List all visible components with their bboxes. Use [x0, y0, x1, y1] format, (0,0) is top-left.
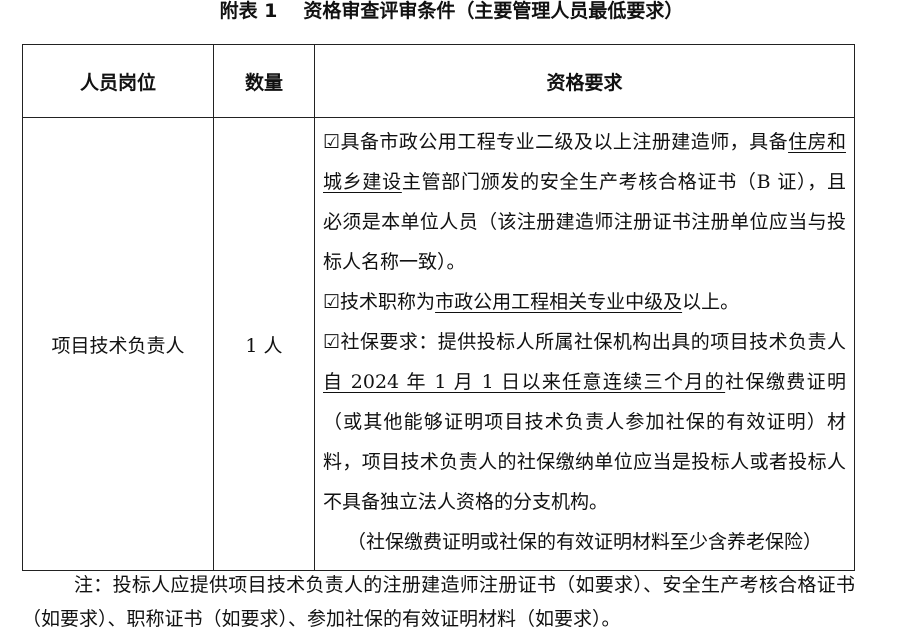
checkbox-icon: ☑	[323, 131, 341, 153]
table-header-row: 人员岗位 数量 资格要求	[22, 44, 855, 118]
table-title: 附表 1 资格审查评审条件（主要管理人员最低要求）	[0, 0, 903, 30]
cell-requirements: ☑具备市政公用工程专业二级及以上注册建造师，具备住房和城乡建设主管部门颁发的安全…	[314, 117, 855, 571]
requirement-3-text: 社保要求：提供投标人所属社保机构出具的项目技术负责人	[340, 331, 846, 353]
footnote: 注：投标人应提供项目技术负责人的注册建造师注册证书（如要求）、安全生产考核合格证…	[22, 574, 855, 630]
table-title-text: 资格审查评审条件（主要管理人员最低要求）	[303, 0, 684, 22]
requirement-1-text: 具备市政公用工程专业二级及以上注册建造师，具备	[340, 131, 789, 153]
header-position: 人员岗位	[22, 44, 214, 118]
checkbox-icon: ☑	[323, 331, 341, 353]
table-title-label: 附表 1	[219, 0, 278, 22]
requirement-3-note: （社保缴费证明或社保的有效证明材料至少含养老保险）	[346, 531, 822, 553]
requirement-3-underline: 自 2024 年 1 月 1 日以来任意连续三个月的	[323, 371, 726, 393]
requirement-2-underline: 市政公用工程相关专业中级及	[435, 291, 683, 313]
requirement-2-text: 技术职称为	[340, 291, 436, 313]
cell-quantity: 1 人	[213, 117, 315, 571]
qualification-table: 人员岗位 数量 资格要求 项目技术负责人 1 人 ☑具备市政公用工程专业二级及以…	[22, 44, 855, 571]
requirement-2-text-end: 以上。	[682, 291, 740, 313]
requirement-item-2: ☑技术职称为市政公用工程相关专业中级及以上。	[323, 282, 846, 322]
header-requirements: 资格要求	[314, 44, 855, 118]
requirement-1-text-end: 主管部门颁发的安全生产考核合格证书（B 证），且必须是本单位人员（该注册建造师注…	[323, 171, 846, 273]
checkbox-icon: ☑	[323, 291, 341, 313]
cell-position: 项目技术负责人	[22, 117, 214, 571]
requirement-item-3: ☑社保要求：提供投标人所属社保机构出具的项目技术负责人自 2024 年 1 月 …	[323, 322, 846, 522]
table-row: 项目技术负责人 1 人 ☑具备市政公用工程专业二级及以上注册建造师，具备住房和城…	[22, 117, 855, 571]
header-quantity: 数量	[213, 44, 315, 118]
requirement-item-1: ☑具备市政公用工程专业二级及以上注册建造师，具备住房和城乡建设主管部门颁发的安全…	[323, 122, 846, 282]
